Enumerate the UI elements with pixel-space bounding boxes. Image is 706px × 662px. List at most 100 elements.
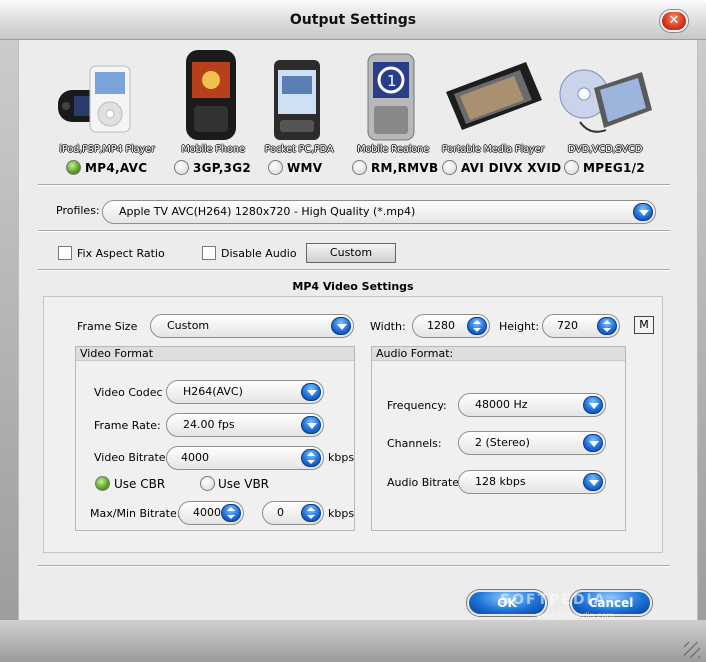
video-bitrate-value: 4000 bbox=[181, 451, 209, 464]
use-vbr-radio[interactable] bbox=[200, 476, 215, 491]
format-radio[interactable] bbox=[66, 160, 81, 175]
separator bbox=[38, 230, 670, 232]
chevron-down-icon[interactable] bbox=[583, 473, 603, 491]
format-radio[interactable] bbox=[442, 160, 457, 175]
use-vbr-label: Use VBR bbox=[218, 477, 270, 491]
audio-bitrate-select[interactable]: 128 kbps bbox=[458, 470, 606, 494]
video-codec-label: Video Codec bbox=[94, 386, 163, 399]
chevron-down-icon[interactable] bbox=[583, 396, 603, 414]
chevron-down-icon[interactable] bbox=[301, 383, 321, 401]
video-codec-value: H264(AVC) bbox=[183, 385, 243, 398]
device-label: Portable Media Player bbox=[441, 144, 545, 155]
device-dvd[interactable]: DVD,VCD,SVCD MPEG1/2 bbox=[550, 48, 660, 188]
width-stepper[interactable]: 1280 bbox=[412, 314, 490, 338]
max-bitrate-stepper[interactable]: 4000 bbox=[178, 501, 244, 525]
m-button[interactable]: M bbox=[634, 316, 654, 334]
profiles-select[interactable]: Apple TV AVC(H264) 1280x720 - High Quali… bbox=[102, 200, 656, 224]
format-option[interactable]: RM,RMVB bbox=[352, 160, 438, 175]
max-min-bitrate-unit: kbps bbox=[328, 507, 355, 520]
frame-size-select[interactable]: Custom bbox=[150, 314, 354, 338]
separator bbox=[38, 184, 670, 186]
format-label: 3GP,3G2 bbox=[193, 160, 251, 175]
format-label: MP4,AVC bbox=[85, 160, 148, 175]
svg-text:1: 1 bbox=[387, 72, 397, 90]
window-title: Output Settings bbox=[289, 12, 417, 28]
format-option[interactable]: MPEG1/2 bbox=[564, 160, 645, 175]
width-value: 1280 bbox=[427, 319, 455, 332]
frame-rate-select[interactable]: 24.00 fps bbox=[166, 413, 324, 437]
profiles-label: Profiles: bbox=[56, 204, 100, 217]
use-cbr-radio[interactable] bbox=[95, 476, 110, 491]
resize-grip-icon[interactable] bbox=[684, 642, 700, 658]
disable-audio-label: Disable Audio bbox=[221, 247, 297, 260]
device-label: DVD,VCD,SVCD bbox=[567, 144, 643, 155]
format-label: WMV bbox=[287, 160, 323, 175]
format-option[interactable]: MP4,AVC bbox=[66, 160, 147, 175]
device-label: iPod,PSP,MP4 Player bbox=[59, 144, 155, 155]
video-bitrate-unit: kbps bbox=[328, 451, 355, 464]
width-label: Width: bbox=[370, 320, 406, 333]
chevron-down-icon[interactable] bbox=[633, 203, 653, 221]
frame-rate-label: Frame Rate: bbox=[94, 419, 161, 432]
height-label: Height: bbox=[499, 320, 540, 333]
video-codec-select[interactable]: H264(AVC) bbox=[166, 380, 324, 404]
audio-bitrate-label: Audio Bitrate: bbox=[387, 476, 463, 489]
fix-aspect-label: Fix Aspect Ratio bbox=[77, 247, 165, 260]
media-player-icon bbox=[446, 62, 542, 130]
chevron-down-icon[interactable] bbox=[301, 416, 321, 434]
format-option[interactable]: WMV bbox=[268, 160, 322, 175]
frequency-select[interactable]: 48000 Hz bbox=[458, 393, 606, 417]
custom-button[interactable]: Custom bbox=[306, 243, 396, 263]
channels-label: Channels: bbox=[387, 437, 442, 450]
chevron-down-icon[interactable] bbox=[583, 434, 603, 452]
format-option[interactable]: 3GP,3G2 bbox=[174, 160, 251, 175]
device-mobile-realone[interactable]: 1 Mobile Realone RM,RMVB bbox=[338, 48, 448, 188]
close-button[interactable]: ✕ bbox=[660, 10, 688, 32]
video-format-title: Video Format bbox=[76, 347, 354, 361]
softpedia-watermark: SOFTPEDIA bbox=[500, 592, 607, 608]
format-radio[interactable] bbox=[268, 160, 283, 175]
video-bitrate-label: Video Bitrate: bbox=[94, 451, 170, 464]
height-stepper[interactable]: 720 bbox=[542, 314, 620, 338]
frame-size-value: Custom bbox=[167, 319, 210, 332]
device-portable-media-player[interactable]: Portable Media Player AVI DIVX XVID bbox=[438, 48, 561, 188]
format-radio[interactable] bbox=[174, 160, 189, 175]
separator bbox=[38, 565, 670, 567]
spinner-arrows-icon[interactable] bbox=[597, 317, 617, 335]
softpedia-url: www.softpedia.com bbox=[536, 611, 615, 620]
video-bitrate-stepper[interactable]: 4000 bbox=[166, 446, 324, 470]
fix-aspect-checkbox[interactable] bbox=[58, 246, 72, 260]
ipod-psp-icon bbox=[58, 65, 131, 133]
format-radio[interactable] bbox=[564, 160, 579, 175]
frequency-value: 48000 Hz bbox=[475, 398, 528, 411]
device-label: Mobile Realone bbox=[357, 144, 429, 155]
disable-audio-checkbox[interactable] bbox=[202, 246, 216, 260]
frame-size-label: Frame Size bbox=[77, 320, 138, 333]
format-label: MPEG1/2 bbox=[583, 160, 645, 175]
min-bitrate-stepper[interactable]: 0 bbox=[262, 501, 324, 525]
spinner-arrows-icon[interactable] bbox=[301, 449, 321, 467]
device-ipod-psp[interactable]: iPod,PSP,MP4 Player MP4,AVC bbox=[52, 48, 162, 188]
chevron-down-icon[interactable] bbox=[331, 317, 351, 335]
profiles-value: Apple TV AVC(H264) 1280x720 - High Quali… bbox=[119, 205, 416, 218]
spinner-arrows-icon[interactable] bbox=[467, 317, 487, 335]
output-settings-window: Output Settings ✕ iPod,PSP,MP4 Player MP… bbox=[0, 0, 706, 662]
separator bbox=[38, 269, 670, 271]
spinner-arrows-icon[interactable] bbox=[301, 504, 321, 522]
channels-select[interactable]: 2 (Stereo) bbox=[458, 431, 606, 455]
close-icon: ✕ bbox=[668, 13, 680, 28]
audio-bitrate-value: 128 kbps bbox=[475, 475, 526, 488]
frequency-label: Frequency: bbox=[387, 399, 447, 412]
channels-value: 2 (Stereo) bbox=[475, 436, 530, 449]
format-label: RM,RMVB bbox=[371, 160, 439, 175]
audio-format-title: Audio Format: bbox=[372, 347, 625, 361]
dialog-footer bbox=[0, 620, 706, 662]
realone-phone-icon: 1 bbox=[367, 53, 415, 141]
spinner-arrows-icon[interactable] bbox=[221, 504, 241, 522]
height-value: 720 bbox=[557, 319, 578, 332]
format-option[interactable]: AVI DIVX XVID bbox=[442, 160, 561, 175]
max-bitrate-value: 4000 bbox=[193, 506, 221, 519]
min-bitrate-value: 0 bbox=[277, 506, 284, 519]
title-bar[interactable]: Output Settings ✕ bbox=[0, 0, 706, 40]
format-radio[interactable] bbox=[352, 160, 367, 175]
